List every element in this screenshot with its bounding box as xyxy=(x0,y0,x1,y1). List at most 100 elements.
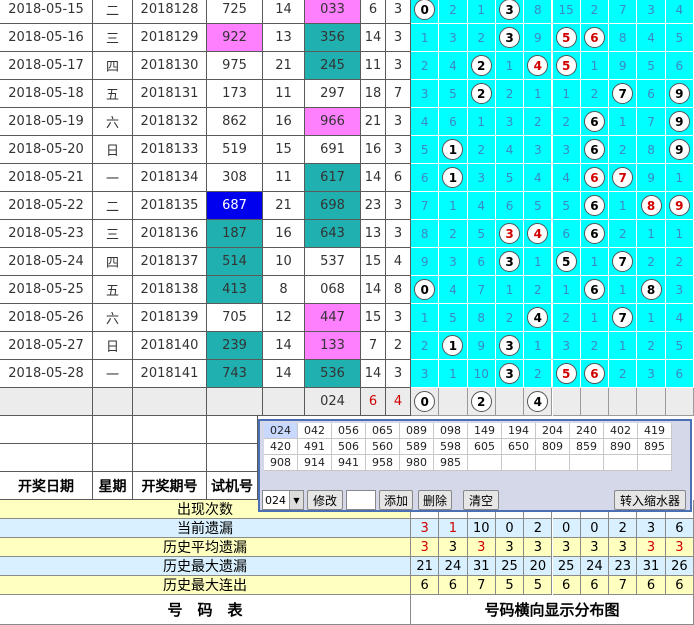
dist-cell: 6 xyxy=(580,24,610,52)
span-cell: 6 xyxy=(361,0,386,24)
combo-grid-item[interactable]: 980 xyxy=(400,455,434,471)
stat-value: 6 xyxy=(439,576,468,595)
dist-cell: 5 xyxy=(524,192,553,220)
combo-grid-item[interactable]: 194 xyxy=(502,423,536,439)
dist-cell: 8 xyxy=(637,192,666,220)
delete-button[interactable]: 删除 xyxy=(418,490,452,510)
combo-grid-item[interactable]: 089 xyxy=(400,423,434,439)
combo-grid-item[interactable]: 908 xyxy=(264,455,298,471)
dist-cell: 5 xyxy=(637,52,666,80)
combo-grid-item[interactable]: 491 xyxy=(298,439,332,455)
drawn-number-ball: 9 xyxy=(668,83,690,104)
drawn-number-ball: 2 xyxy=(470,83,492,104)
combo-grid-item[interactable]: 589 xyxy=(400,439,434,455)
combo-grid-item[interactable]: 985 xyxy=(434,455,468,471)
stat-value: 2 xyxy=(524,519,553,538)
combo-grid-item[interactable]: 895 xyxy=(638,439,672,455)
combo-grid-item[interactable]: 890 xyxy=(604,439,638,455)
stat-value: 3 xyxy=(524,538,553,557)
combo-grid-item[interactable]: 419 xyxy=(638,423,672,439)
omission-value: 8 xyxy=(477,310,486,325)
stat-value: 6 xyxy=(665,519,694,538)
dist-cell: 2 xyxy=(524,276,553,304)
dist-cell: 6 xyxy=(552,220,581,248)
combo-grid-item[interactable]: 402 xyxy=(604,423,638,439)
dist-cell: 3 xyxy=(495,220,525,248)
combo-grid-item[interactable]: 809 xyxy=(536,439,570,455)
omission-value: 2 xyxy=(618,142,627,157)
combo-grid-item[interactable]: 914 xyxy=(298,455,332,471)
omission-value: 9 xyxy=(477,338,486,353)
stat-value: 25 xyxy=(552,557,581,576)
omission-value: 4 xyxy=(477,198,486,213)
sum-cell: 14 xyxy=(263,0,305,24)
combo-grid-item[interactable]: 056 xyxy=(332,423,366,439)
combo-grid-item[interactable]: 598 xyxy=(434,439,468,455)
dist-cell: 1 xyxy=(609,108,638,136)
stat-value: 5 xyxy=(524,576,553,595)
dist-cell: 3 xyxy=(467,164,496,192)
stat-value: 31 xyxy=(467,557,496,576)
header-weekday: 星期 xyxy=(93,472,133,500)
span-cell: 23 xyxy=(361,192,386,220)
weekday-cell: 一 xyxy=(93,164,133,192)
omission-value: 2 xyxy=(420,338,429,353)
omission-value: 1 xyxy=(534,338,542,353)
dist-cell: 4 xyxy=(665,304,694,332)
zoom-transfer-button[interactable]: 转入缩水器 xyxy=(614,490,686,510)
combo-grid-item[interactable]: 204 xyxy=(536,423,570,439)
dist-cell: 3 xyxy=(495,248,525,276)
drawn-number-ball: 7 xyxy=(612,307,634,328)
date-cell: 2018-05-26 xyxy=(0,304,93,332)
dist-cell: 6 xyxy=(580,276,610,304)
combo-grid-item[interactable]: 859 xyxy=(570,439,604,455)
add-button[interactable]: 添加 xyxy=(379,490,413,510)
omission-value: 5 xyxy=(647,58,655,73)
stat-value: 31 xyxy=(637,557,666,576)
clear-button[interactable]: 清空 xyxy=(463,490,499,510)
stat-value: 3 xyxy=(411,538,440,557)
combo-text-input[interactable] xyxy=(346,490,376,510)
combo-grid-item[interactable]: 065 xyxy=(366,423,400,439)
combo-grid-item[interactable]: 042 xyxy=(298,423,332,439)
omission-value: 1 xyxy=(505,58,514,73)
drawn-number-ball: 5 xyxy=(555,27,577,48)
header-issue: 开奖期号 xyxy=(133,472,207,500)
omission-value: 2 xyxy=(449,2,457,17)
stat-value: 3 xyxy=(411,519,440,538)
pending-empty-cell xyxy=(93,388,133,416)
omission-value: 1 xyxy=(590,310,599,325)
issue-cell: 2018138 xyxy=(133,276,207,304)
drawn-number-ball: 3 xyxy=(499,0,521,20)
omission-value: 1 xyxy=(449,198,457,213)
omission-value: 2 xyxy=(590,338,599,353)
combo-grid-item[interactable]: 560 xyxy=(366,439,400,455)
combo-grid-item[interactable]: 420 xyxy=(264,439,298,455)
trial-cell: 519 xyxy=(207,136,263,164)
draw-cell: 537 xyxy=(305,248,361,276)
pending-draw-cell: 024 xyxy=(305,388,361,416)
stat-value: 3 xyxy=(637,519,666,538)
combo-select[interactable]: 024 ▼ xyxy=(262,490,304,510)
pending-dist-cell xyxy=(580,388,610,416)
modify-button[interactable]: 修改 xyxy=(307,490,343,510)
draw-cell: 297 xyxy=(305,80,361,108)
drawn-number-ball: 9 xyxy=(668,111,690,132)
stat-value: 3 xyxy=(552,538,581,557)
combo-grid-item[interactable]: 650 xyxy=(502,439,536,455)
combo-grid-item[interactable]: 605 xyxy=(468,439,502,455)
combo-grid-item[interactable]: 024 xyxy=(264,423,298,439)
combo-grid-item[interactable]: 149 xyxy=(468,423,502,439)
dist-cell: 2 xyxy=(495,80,525,108)
combo-grid-item[interactable]: 098 xyxy=(434,423,468,439)
sum-cell: 14 xyxy=(263,332,305,360)
omission-value: 1 xyxy=(420,30,429,45)
pending-number-ball: 0 xyxy=(414,391,436,412)
draw-cell: 133 xyxy=(305,332,361,360)
combo-grid-item[interactable]: 941 xyxy=(332,455,366,471)
combo-grid-item[interactable]: 958 xyxy=(366,455,400,471)
omission-value: 1 xyxy=(534,86,542,101)
date-cell: 2018-05-16 xyxy=(0,24,93,52)
combo-grid-item[interactable]: 506 xyxy=(332,439,366,455)
combo-grid-item[interactable]: 240 xyxy=(570,423,604,439)
